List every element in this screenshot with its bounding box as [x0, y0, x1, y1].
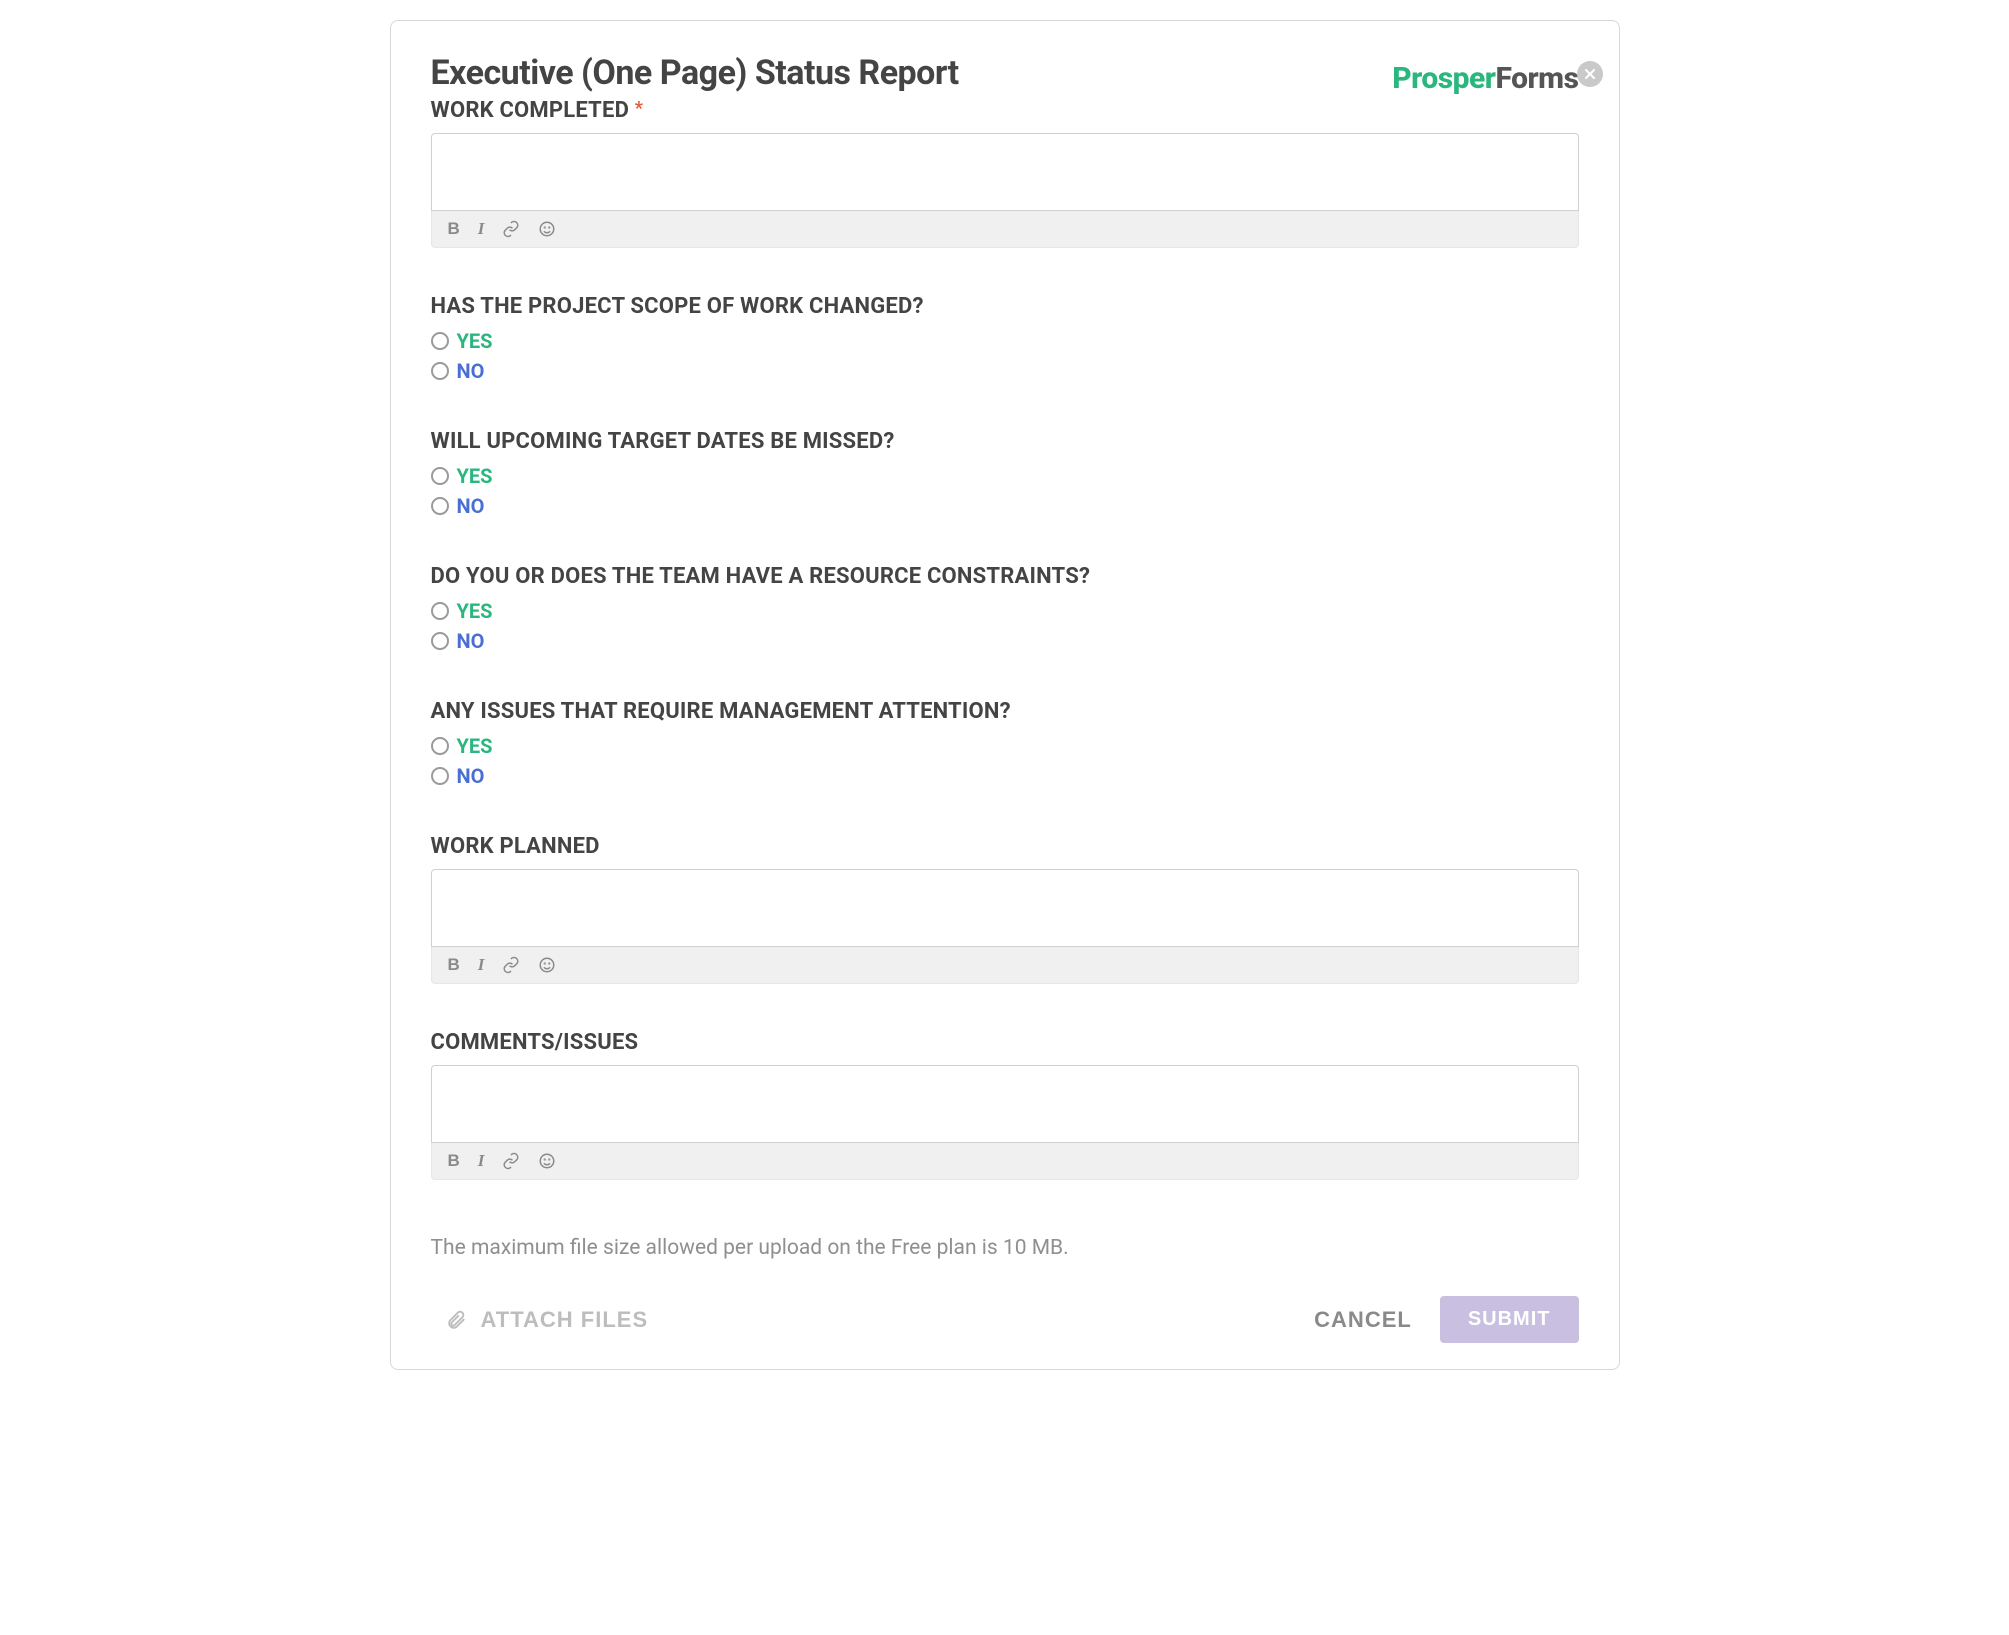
brand-logo: ProsperForms — [1392, 61, 1578, 96]
radio-no[interactable] — [431, 632, 449, 650]
footer-actions: CANCEL SUBMIT — [1314, 1296, 1578, 1343]
field-label: COMMENTS/ISSUES — [431, 1030, 1579, 1055]
radio-group: YES NO — [431, 464, 1579, 518]
emoji-icon — [538, 1152, 556, 1170]
radio-option-yes: YES — [431, 599, 1579, 623]
field-label: WORK COMPLETED * — [431, 98, 1579, 123]
radio-yes[interactable] — [431, 602, 449, 620]
radio-no[interactable] — [431, 497, 449, 515]
form-title: Executive (One Page) Status Report — [431, 53, 959, 93]
radio-label-yes[interactable]: YES — [457, 464, 493, 488]
paperclip-icon — [445, 1306, 467, 1334]
field-mgmt-attention: ANY ISSUES THAT REQUIRE MANAGEMENT ATTEN… — [431, 699, 1579, 788]
radio-group: YES NO — [431, 734, 1579, 788]
italic-button[interactable]: I — [478, 1151, 485, 1171]
radio-option-yes: YES — [431, 734, 1579, 758]
radio-label-yes[interactable]: YES — [457, 734, 493, 758]
cancel-button[interactable]: CANCEL — [1314, 1307, 1412, 1333]
field-comments: COMMENTS/ISSUES B I — [431, 1030, 1579, 1180]
submit-button[interactable]: SUBMIT — [1440, 1296, 1579, 1343]
radio-group: YES NO — [431, 599, 1579, 653]
field-label: ANY ISSUES THAT REQUIRE MANAGEMENT ATTEN… — [431, 699, 1579, 724]
radio-label-no[interactable]: NO — [457, 359, 485, 383]
italic-button[interactable]: I — [478, 219, 485, 239]
radio-label-no[interactable]: NO — [457, 764, 485, 788]
emoji-button[interactable] — [538, 1151, 556, 1171]
field-label: DO YOU OR DOES THE TEAM HAVE A RESOURCE … — [431, 564, 1579, 589]
link-icon — [502, 956, 520, 974]
modal-footer: ATTACH FILES CANCEL SUBMIT — [431, 1296, 1579, 1343]
field-label: WILL UPCOMING TARGET DATES BE MISSED? — [431, 429, 1579, 454]
radio-option-no: NO — [431, 359, 1579, 383]
field-label: HAS THE PROJECT SCOPE OF WORK CHANGED? — [431, 294, 1579, 319]
field-resource-constraints: DO YOU OR DOES THE TEAM HAVE A RESOURCE … — [431, 564, 1579, 653]
required-icon: * — [635, 98, 643, 119]
emoji-button[interactable] — [538, 219, 556, 239]
work-completed-input[interactable] — [431, 133, 1579, 211]
radio-yes[interactable] — [431, 332, 449, 350]
radio-label-yes[interactable]: YES — [457, 329, 493, 353]
close-button[interactable] — [1577, 61, 1603, 87]
radio-option-no: NO — [431, 629, 1579, 653]
radio-label-no[interactable]: NO — [457, 629, 485, 653]
logo-part1: Prosper — [1392, 61, 1495, 96]
editor-toolbar: B I — [431, 211, 1579, 248]
modal-header: Executive (One Page) Status Report Prosp… — [431, 53, 1579, 96]
radio-label-yes[interactable]: YES — [457, 599, 493, 623]
link-button[interactable] — [502, 1151, 520, 1171]
field-work-completed: WORK COMPLETED * B I — [431, 98, 1579, 248]
emoji-icon — [538, 956, 556, 974]
link-button[interactable] — [502, 219, 520, 239]
radio-option-no: NO — [431, 494, 1579, 518]
radio-label-no[interactable]: NO — [457, 494, 485, 518]
close-icon — [1584, 68, 1596, 80]
comments-input[interactable] — [431, 1065, 1579, 1143]
bold-button[interactable]: B — [448, 219, 460, 239]
upload-size-hint: The maximum file size allowed per upload… — [431, 1236, 1579, 1260]
italic-button[interactable]: I — [478, 955, 485, 975]
radio-yes[interactable] — [431, 467, 449, 485]
field-dates-missed: WILL UPCOMING TARGET DATES BE MISSED? YE… — [431, 429, 1579, 518]
link-button[interactable] — [502, 955, 520, 975]
field-label: WORK PLANNED — [431, 834, 1579, 859]
logo-part2: Forms — [1495, 61, 1578, 96]
link-icon — [502, 220, 520, 238]
attach-files-button[interactable]: ATTACH FILES — [431, 1306, 649, 1334]
radio-no[interactable] — [431, 362, 449, 380]
editor-toolbar: B I — [431, 1143, 1579, 1180]
emoji-button[interactable] — [538, 955, 556, 975]
radio-group: YES NO — [431, 329, 1579, 383]
attach-label: ATTACH FILES — [481, 1307, 649, 1333]
label-text: WORK COMPLETED — [431, 98, 630, 123]
status-report-modal: Executive (One Page) Status Report Prosp… — [390, 20, 1620, 1370]
bold-button[interactable]: B — [448, 955, 460, 975]
radio-no[interactable] — [431, 767, 449, 785]
editor-toolbar: B I — [431, 947, 1579, 984]
radio-option-yes: YES — [431, 329, 1579, 353]
radio-option-yes: YES — [431, 464, 1579, 488]
work-planned-input[interactable] — [431, 869, 1579, 947]
radio-option-no: NO — [431, 764, 1579, 788]
emoji-icon — [538, 220, 556, 238]
radio-yes[interactable] — [431, 737, 449, 755]
link-icon — [502, 1152, 520, 1170]
bold-button[interactable]: B — [448, 1151, 460, 1171]
field-work-planned: WORK PLANNED B I — [431, 834, 1579, 984]
field-scope-changed: HAS THE PROJECT SCOPE OF WORK CHANGED? Y… — [431, 294, 1579, 383]
